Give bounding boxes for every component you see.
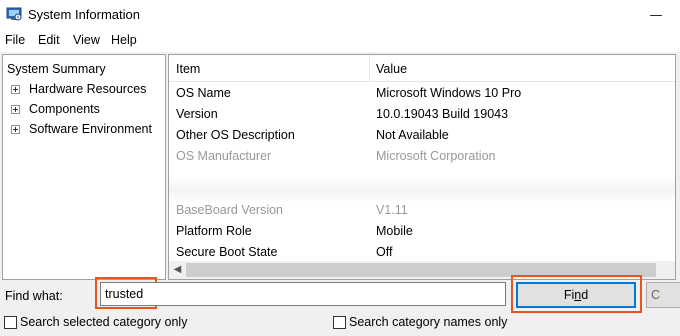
table-row[interactable]: Other OS Description Not Available: [169, 125, 675, 146]
category-tree[interactable]: System Summary Hardware Resources Compon…: [2, 54, 166, 280]
row-item: Other OS Description: [176, 128, 295, 142]
column-divider[interactable]: [369, 55, 370, 81]
find-bar: Find what: Find C Search selected catego…: [0, 275, 680, 336]
row-value: Microsoft Corporation: [376, 149, 496, 163]
row-value: Off: [376, 245, 393, 259]
tree-item-system-summary[interactable]: System Summary: [7, 62, 106, 76]
find-what-label: Find what:: [5, 289, 63, 303]
minimize-button[interactable]: [634, 0, 680, 30]
row-item: OS Manufacturer: [176, 149, 272, 163]
table-row[interactable]: Platform Role Mobile: [169, 221, 675, 242]
close-find-button[interactable]: C: [646, 282, 680, 308]
row-item: Version: [176, 107, 218, 121]
row-value: Microsoft Windows 10 Pro: [376, 86, 522, 100]
menu-view[interactable]: View: [73, 33, 100, 47]
row-item: BaseBoard Version: [176, 203, 284, 217]
find-input[interactable]: [100, 282, 506, 306]
expand-icon[interactable]: [11, 85, 20, 94]
search-category-names-checkbox[interactable]: [333, 316, 346, 329]
row-value: 10.0.19043 Build 19043: [376, 107, 509, 121]
search-selected-category-label[interactable]: Search selected category only: [20, 315, 187, 329]
row-item: Platform Role: [176, 224, 252, 238]
row-value: Mobile: [376, 224, 413, 238]
table-row[interactable]: BaseBoard Version V1.11: [169, 200, 675, 221]
expand-icon[interactable]: [11, 125, 20, 134]
table-row[interactable]: Secure Boot State Off: [169, 242, 675, 263]
window-title: System Information: [28, 7, 140, 22]
system-info-icon: [6, 7, 22, 21]
expand-icon[interactable]: [11, 105, 20, 114]
find-button[interactable]: Find: [516, 282, 636, 308]
title-bar: System Information: [0, 0, 680, 30]
row-value: Not Available: [376, 128, 449, 142]
row-item: OS Name: [176, 86, 231, 100]
details-list[interactable]: Item Value OS Name Microsoft Windows 10 …: [168, 54, 676, 280]
row-item: Secure Boot State: [176, 245, 278, 259]
tree-item-components[interactable]: Components: [29, 102, 100, 116]
find-button-label-end: d: [581, 288, 589, 302]
table-row[interactable]: OS Name Microsoft Windows 10 Pro: [169, 83, 675, 104]
list-header: Item Value: [169, 55, 675, 82]
content-panes: System Summary Hardware Resources Compon…: [0, 52, 680, 280]
table-row[interactable]: OS Manufacturer Microsoft Corporation: [169, 146, 675, 167]
row-value: V1.11: [376, 203, 408, 217]
tree-item-software-environment[interactable]: Software Environment: [29, 122, 152, 136]
scroll-left-icon[interactable]: ◀: [169, 261, 186, 279]
menu-edit[interactable]: Edit: [38, 33, 60, 47]
column-header-value[interactable]: Value: [376, 62, 407, 76]
column-header-item[interactable]: Item: [176, 62, 200, 76]
tree-item-hardware-resources[interactable]: Hardware Resources: [29, 82, 146, 96]
find-button-label-start: Fi: [563, 288, 575, 302]
search-category-names-label[interactable]: Search category names only: [349, 315, 507, 329]
search-selected-category-checkbox[interactable]: [4, 316, 17, 329]
menu-help[interactable]: Help: [111, 33, 137, 47]
menu-bar: File Edit View Help: [0, 30, 680, 52]
menu-file[interactable]: File: [5, 33, 25, 47]
table-row[interactable]: Version 10.0.19043 Build 19043: [169, 104, 675, 125]
